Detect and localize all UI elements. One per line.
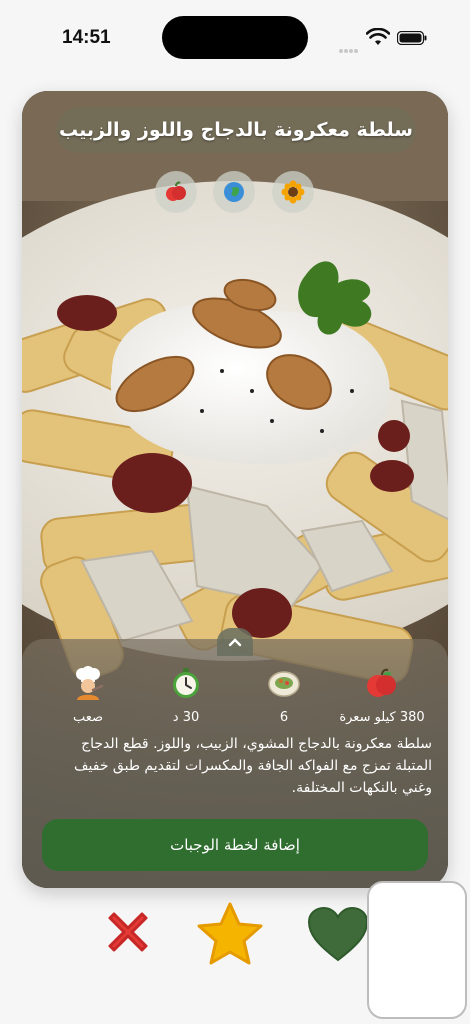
stat-servings: 6 <box>239 666 329 725</box>
add-to-meal-plan-button[interactable]: إضافة لخطة الوجبات <box>42 819 428 871</box>
close-icon[interactable] <box>100 904 156 960</box>
overlay-panel <box>367 881 467 1019</box>
heart-icon[interactable] <box>307 906 369 962</box>
recipe-title: سلطة معكرونة بالدجاج واللوز والزبيب <box>59 119 413 141</box>
star-icon[interactable] <box>195 900 265 968</box>
recipe-title-pill: سلطة معكرونة بالدجاج واللوز والزبيب <box>56 107 416 153</box>
stat-time-label: 30 د <box>172 710 200 725</box>
stat-difficulty-label: صعب <box>72 710 104 725</box>
signal-icon <box>339 38 361 53</box>
dynamic-island <box>162 16 308 59</box>
expand-button[interactable] <box>217 628 253 656</box>
stat-calories-label: 380 كيلو سعرة <box>339 710 425 725</box>
stat-calories: 380 كيلو سعرة <box>337 666 427 725</box>
apple-tag-icon[interactable] <box>155 171 197 213</box>
battery-icon <box>397 31 427 45</box>
globe-tag-icon[interactable] <box>213 171 255 213</box>
status-time: 14:51 <box>62 27 111 48</box>
chevron-up-icon <box>228 638 242 647</box>
stat-servings-label: 6 <box>279 710 289 725</box>
plate-icon <box>268 671 300 697</box>
timer-icon <box>173 668 199 698</box>
sunflower-tag-icon[interactable] <box>272 171 314 213</box>
recipe-card[interactable]: سلطة معكرونة بالدجاج واللوز والزبيب 380 … <box>22 91 448 888</box>
chef-icon <box>76 666 104 700</box>
stat-time: 30 د <box>141 666 231 725</box>
wifi-icon <box>366 28 390 45</box>
status-bar: 14:51 <box>0 0 470 80</box>
recipe-description: سلطة معكرونة بالدجاج المشوي، الزبيب، وال… <box>74 736 432 796</box>
apple-icon <box>367 668 396 697</box>
stat-difficulty: صعب <box>43 666 133 725</box>
